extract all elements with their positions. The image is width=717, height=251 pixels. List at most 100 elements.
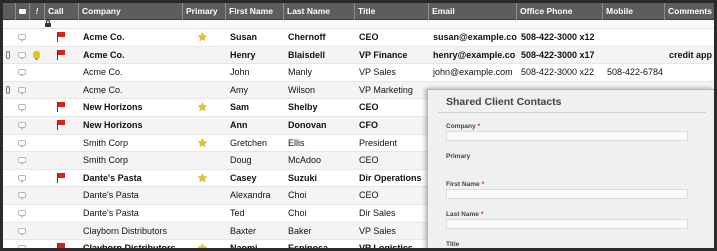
flag-icon[interactable]: [57, 102, 65, 113]
first-name-cell[interactable]: Amy: [228, 82, 284, 99]
last-name-cell[interactable]: McAdoo: [286, 152, 355, 169]
flag-icon[interactable]: [57, 243, 65, 248]
chat-bubble-icon[interactable]: [18, 86, 26, 95]
title-cell[interactable]: CEO: [357, 152, 429, 169]
star-icon[interactable]: ★: [197, 242, 209, 248]
title-cell[interactable]: VP Logistics: [357, 240, 429, 248]
title-cell[interactable]: VP Sales: [357, 223, 429, 240]
chat-bubble-icon[interactable]: [18, 227, 26, 236]
mobile-cell[interactable]: [605, 47, 665, 64]
lock-icon[interactable]: [45, 20, 51, 27]
comments-cell[interactable]: credit app: [667, 47, 714, 64]
comment-column-header[interactable]: [16, 3, 30, 20]
primary-column-header[interactable]: Primary: [183, 3, 226, 20]
title-cell[interactable]: CEO: [357, 99, 429, 116]
flagged-column-header[interactable]: !: [30, 3, 45, 20]
title-cell[interactable]: CEO: [357, 187, 429, 204]
first-name-cell[interactable]: Henry: [228, 47, 284, 64]
attachment-column-header[interactable]: [3, 3, 16, 20]
first-name-cell[interactable]: Casey: [228, 170, 284, 187]
last-name-cell[interactable]: Shelby: [286, 99, 355, 116]
first-name-cell[interactable]: Ann: [228, 117, 284, 134]
first-name-cell[interactable]: Alexandra: [228, 187, 284, 204]
last-name-cell[interactable]: Donovan: [286, 117, 355, 134]
paperclip-icon[interactable]: [6, 50, 10, 59]
title-cell[interactable]: Dir Sales: [357, 205, 429, 222]
last-name-cell[interactable]: Espinosa: [286, 240, 355, 248]
title-column-header[interactable]: Title: [355, 3, 429, 20]
first-name-column-header[interactable]: First Name: [226, 3, 284, 20]
last-name-column-header[interactable]: Last Name: [284, 3, 355, 20]
chat-bubble-icon[interactable]: [18, 192, 26, 201]
last-name-cell[interactable]: Manly: [286, 64, 355, 81]
company-cell[interactable]: Dante's Pasta: [81, 187, 183, 204]
star-icon[interactable]: ★: [197, 137, 209, 149]
call-column-header[interactable]: Call: [45, 3, 79, 20]
last-name-cell[interactable]: Suzuki: [286, 170, 355, 187]
title-cell[interactable]: CEO: [357, 29, 429, 46]
first-name-cell[interactable]: John: [228, 64, 284, 81]
last-name-cell[interactable]: Choi: [286, 205, 355, 222]
star-icon[interactable]: ★: [197, 101, 209, 113]
comments-cell[interactable]: [667, 29, 714, 46]
company-cell[interactable]: Clayborn Distributors: [81, 223, 183, 240]
email-cell[interactable]: susan@example.co: [431, 29, 517, 46]
office-phone-cell[interactable]: 508-422-3000 x17: [519, 47, 603, 64]
company-cell[interactable]: Dante's Pasta: [81, 170, 183, 187]
company-cell[interactable]: Smith Corp: [81, 152, 183, 169]
comments-column-header[interactable]: Comments: [665, 3, 714, 20]
company-cell[interactable]: Acme Co.: [81, 29, 183, 46]
title-cell[interactable]: VP Sales: [357, 64, 429, 81]
chat-bubble-icon[interactable]: [18, 209, 26, 218]
flag-icon[interactable]: [57, 49, 65, 60]
table-row[interactable]: Acme Co. Henry Blaisdell VP Finance henry@ex…: [3, 46, 714, 65]
chat-bubble-icon[interactable]: [18, 34, 26, 42]
title-cell[interactable]: VP Marketing: [357, 82, 429, 99]
company-cell[interactable]: New Horizons: [81, 99, 183, 116]
first-name-cell[interactable]: Baxter: [228, 223, 284, 240]
first-name-cell[interactable]: Naomi: [228, 240, 284, 248]
title-cell[interactable]: Dir Operations: [357, 170, 429, 187]
office-phone-cell[interactable]: 508-422-3000 x22: [519, 64, 603, 81]
title-cell[interactable]: President: [357, 135, 429, 152]
comments-cell[interactable]: [667, 64, 714, 81]
company-cell[interactable]: Smith Corp: [81, 135, 183, 152]
company-cell[interactable]: Acme Co.: [81, 82, 183, 99]
last-name-cell[interactable]: Choi: [286, 187, 355, 204]
company-column-header[interactable]: Company: [79, 3, 183, 20]
company-cell[interactable]: Clayborn Distributors: [81, 240, 183, 248]
email-cell[interactable]: henry@example.co: [431, 47, 517, 64]
company-cell[interactable]: Dante's Pasta: [81, 205, 183, 222]
chat-bubble-icon[interactable]: [18, 157, 26, 166]
table-row[interactable]: Acme Co. John Manly VP Sales john@example.co…: [3, 64, 714, 82]
last-name-cell[interactable]: Ellis: [286, 135, 355, 152]
star-icon[interactable]: ★: [197, 172, 209, 184]
title-cell[interactable]: CFO: [357, 117, 429, 134]
flag-icon[interactable]: [57, 119, 65, 130]
company-input[interactable]: [446, 131, 688, 141]
last-name-cell[interactable]: Chernoff: [286, 29, 355, 46]
chat-bubble-icon[interactable]: [18, 104, 26, 113]
first-name-cell[interactable]: Gretchen: [228, 135, 284, 152]
company-cell[interactable]: Acme Co.: [81, 64, 183, 81]
email-cell[interactable]: john@example.com: [431, 64, 517, 81]
star-icon[interactable]: ★: [197, 31, 209, 43]
chat-bubble-icon[interactable]: [18, 69, 26, 78]
chat-bubble-icon[interactable]: [18, 139, 26, 148]
first-name-cell[interactable]: Susan: [228, 29, 284, 46]
last-name-cell[interactable]: Baker: [286, 223, 355, 240]
bell-icon[interactable]: [33, 50, 40, 60]
chat-bubble-icon[interactable]: [18, 121, 26, 130]
first-name-cell[interactable]: Sam: [228, 99, 284, 116]
title-cell[interactable]: VP Finance: [357, 47, 429, 64]
company-cell[interactable]: Acme Co.: [81, 47, 183, 64]
chat-bubble-icon[interactable]: [18, 174, 26, 183]
office-phone-column-header[interactable]: Office Phone: [517, 3, 603, 20]
chat-bubble-icon[interactable]: [18, 245, 26, 248]
chat-bubble-icon[interactable]: [18, 51, 26, 60]
flag-icon[interactable]: [57, 32, 65, 42]
last-name-cell[interactable]: Blaisdell: [286, 47, 355, 64]
mobile-column-header[interactable]: Mobile: [603, 3, 665, 20]
table-row[interactable]: ★ Acme Co. Susan Chernoff CEO susan@example.c…: [3, 29, 714, 47]
first-name-cell[interactable]: Ted: [228, 205, 284, 222]
